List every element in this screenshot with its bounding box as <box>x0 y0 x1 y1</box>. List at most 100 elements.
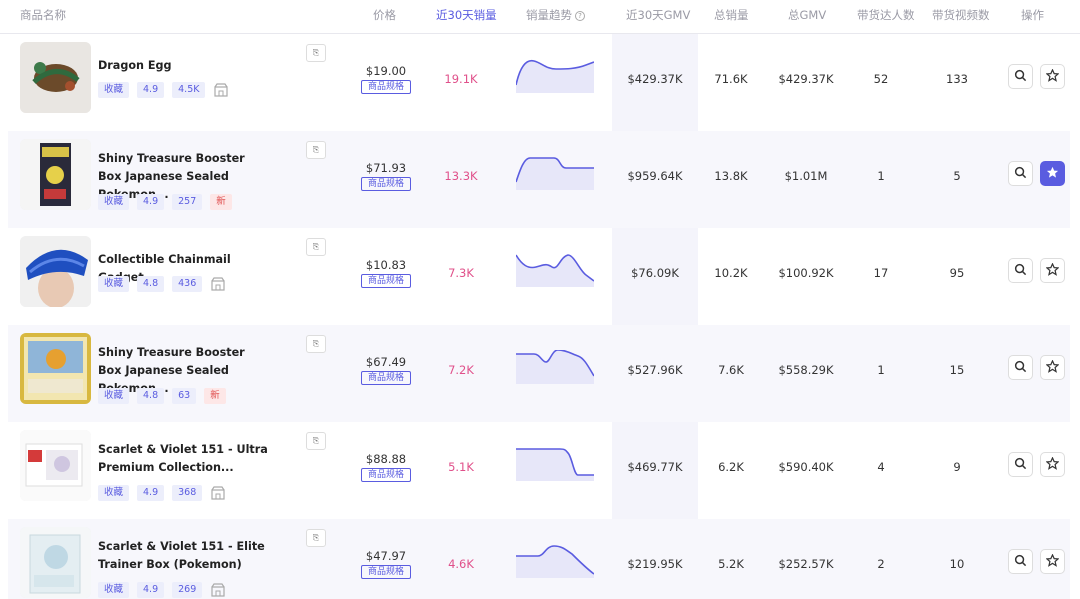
influencers-value: 52 <box>873 72 889 86</box>
favorite-button[interactable] <box>1040 549 1065 574</box>
product-thumbnail[interactable] <box>20 236 91 307</box>
product-tags: 收藏 4.8 436 <box>98 276 226 293</box>
sparkline-area <box>516 158 594 190</box>
header-sales30[interactable]: 近30天销量 <box>436 7 497 23</box>
spec-button[interactable]: 商品规格 <box>361 468 411 482</box>
translate-icon[interactable]: ⎘ <box>306 432 326 450</box>
fav-tag[interactable]: 收藏 <box>98 276 130 292</box>
videos-value: 15 <box>949 363 965 377</box>
shop-icon[interactable] <box>210 582 226 598</box>
shop-icon[interactable] <box>210 485 226 501</box>
search-icon <box>1014 358 1027 377</box>
new-badge: 新 <box>210 194 232 210</box>
translate-icon[interactable]: ⎘ <box>306 529 326 547</box>
product-thumbnail[interactable] <box>20 430 91 501</box>
fav-tag[interactable]: 收藏 <box>98 388 130 404</box>
reviews-tag: 257 <box>172 194 203 210</box>
sparkline-area <box>516 350 594 384</box>
influencers-value: 1 <box>877 169 885 183</box>
translate-icon[interactable]: ⎘ <box>306 238 326 256</box>
search-button[interactable] <box>1008 64 1033 89</box>
price-value: $19.00 <box>365 64 407 78</box>
table-row[interactable]: Shiny Treasure Booster Box Japanese Seal… <box>8 131 1070 228</box>
header-influencers[interactable]: 带货达人数 <box>857 7 915 23</box>
rating-tag: 4.8 <box>137 388 165 404</box>
translate-icon[interactable]: ⎘ <box>306 335 326 353</box>
reviews-tag: 368 <box>172 485 203 501</box>
search-icon <box>1014 552 1027 571</box>
search-icon <box>1014 67 1027 86</box>
gmv30-value: $959.64K <box>627 169 683 183</box>
header-videos[interactable]: 带货视频数 <box>932 7 990 23</box>
gmv30-value: $76.09K <box>631 266 679 280</box>
total-sales-value: 5.2K <box>718 557 744 571</box>
sales-trend-sparkline <box>516 545 594 578</box>
table-row[interactable]: Scarlet & Violet 151 - Ultra Premium Col… <box>8 422 1070 519</box>
total-gmv-value: $558.29K <box>778 363 834 377</box>
search-button[interactable] <box>1008 452 1033 477</box>
influencers-value: 1 <box>877 363 885 377</box>
star-icon <box>1045 261 1060 280</box>
shop-icon[interactable] <box>210 276 226 292</box>
star-icon <box>1046 164 1059 183</box>
product-thumbnail[interactable] <box>20 333 91 404</box>
table-row[interactable]: Dragon Egg 收藏 4.9 4.5K ⎘ $19.00 商品规格 19.… <box>8 34 1070 131</box>
product-thumbnail[interactable] <box>20 139 91 210</box>
header-name[interactable]: 商品名称 <box>20 7 66 23</box>
table-row[interactable]: Scarlet & Violet 151 - Elite Trainer Box… <box>8 519 1070 599</box>
translate-icon[interactable]: ⎘ <box>306 44 326 62</box>
star-icon <box>1045 455 1060 474</box>
sales30-value: 7.3K <box>448 266 474 280</box>
header-total-sales[interactable]: 总销量 <box>714 7 749 23</box>
total-gmv-value: $252.57K <box>778 557 834 571</box>
spec-button[interactable]: 商品规格 <box>361 565 411 579</box>
header-gmv30[interactable]: 近30天GMV <box>626 7 690 23</box>
favorite-button[interactable] <box>1040 355 1065 380</box>
product-name[interactable]: Scarlet & Violet 151 - Ultra Premium Col… <box>98 441 268 477</box>
spec-button[interactable]: 商品规格 <box>361 371 411 385</box>
search-button[interactable] <box>1008 161 1033 186</box>
sales-trend-sparkline <box>516 59 594 93</box>
favorite-button[interactable] <box>1040 452 1065 477</box>
search-button[interactable] <box>1008 355 1033 380</box>
fav-tag[interactable]: 收藏 <box>98 485 130 501</box>
total-sales-value: 71.6K <box>714 72 748 86</box>
price-value: $88.88 <box>365 452 407 466</box>
search-button[interactable] <box>1008 549 1033 574</box>
shop-icon[interactable] <box>213 82 229 98</box>
fav-tag[interactable]: 收藏 <box>98 582 130 598</box>
favorite-button[interactable] <box>1040 161 1065 186</box>
product-tags: 收藏 4.9 269 <box>98 582 226 599</box>
sales30-value: 19.1K <box>444 72 478 86</box>
reviews-tag: 436 <box>172 276 203 292</box>
total-gmv-value: $100.92K <box>778 266 834 280</box>
table-row[interactable]: Collectible Chainmail Gadget 收藏 4.8 436 … <box>8 228 1070 325</box>
gmv30-value: $429.37K <box>627 72 683 86</box>
favorite-button[interactable] <box>1040 258 1065 283</box>
spec-button[interactable]: 商品规格 <box>361 274 411 288</box>
header-total-gmv[interactable]: 总GMV <box>788 7 826 23</box>
sales-trend-sparkline <box>516 157 594 190</box>
table-row[interactable]: Shiny Treasure Booster Box Japanese Seal… <box>8 325 1070 422</box>
reviews-tag: 269 <box>172 582 203 598</box>
search-icon <box>1014 164 1027 183</box>
favorite-button[interactable] <box>1040 64 1065 89</box>
help-icon[interactable]: ? <box>575 11 585 21</box>
fav-tag[interactable]: 收藏 <box>98 194 130 210</box>
price-value: $10.83 <box>365 258 407 272</box>
product-name[interactable]: Dragon Egg <box>98 57 268 75</box>
sales-trend-sparkline <box>516 448 594 481</box>
translate-icon[interactable]: ⎘ <box>306 141 326 159</box>
header-price[interactable]: 价格 <box>373 7 396 23</box>
product-thumbnail[interactable] <box>20 42 91 113</box>
product-name[interactable]: Scarlet & Violet 151 - Elite Trainer Box… <box>98 538 268 574</box>
header-actions: 操作 <box>1021 8 1044 22</box>
spec-button[interactable]: 商品规格 <box>361 80 411 94</box>
fav-tag[interactable]: 收藏 <box>98 82 130 98</box>
star-icon <box>1045 358 1060 377</box>
product-thumbnail[interactable] <box>20 527 91 598</box>
spec-button[interactable]: 商品规格 <box>361 177 411 191</box>
rating-tag: 4.8 <box>137 276 165 292</box>
star-icon <box>1045 67 1060 86</box>
search-button[interactable] <box>1008 258 1033 283</box>
